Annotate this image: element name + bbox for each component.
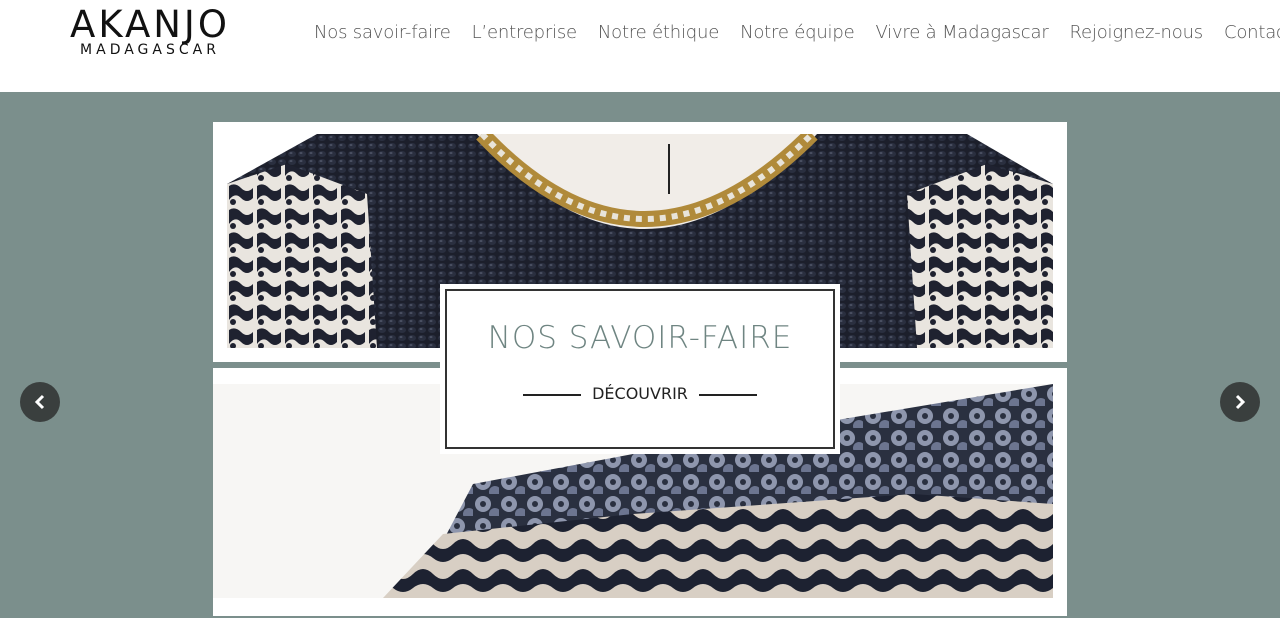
slide-title: NOS SAVOIR-FAIRE [487, 320, 793, 356]
hero-slider: NOS SAVOIR-FAIRE DÉCOUVRIR [0, 92, 1280, 618]
logo-main-text: AKANJO [70, 3, 230, 46]
main-nav: Nos savoir-faire L’entreprise Notre éthi… [314, 22, 1280, 43]
nav-item-equipe[interactable]: Notre équipe [740, 22, 855, 43]
chevron-left-icon [34, 394, 45, 410]
nav-item-rejoignez[interactable]: Rejoignez-nous [1070, 22, 1204, 43]
caption-frame [445, 289, 835, 449]
site-header: AKANJO MADAGASCAR Nos savoir-faire L’ent… [0, 0, 1280, 92]
discover-link[interactable]: DÉCOUVRIR [440, 384, 840, 403]
nav-item-savoir-faire[interactable]: Nos savoir-faire [314, 22, 451, 43]
nav-item-entreprise[interactable]: L’entreprise [472, 22, 577, 43]
chevron-right-icon [1235, 394, 1246, 410]
logo[interactable]: AKANJO MADAGASCAR [50, 3, 250, 58]
discover-label: DÉCOUVRIR [592, 384, 688, 403]
nav-item-madagascar[interactable]: Vivre à Madagascar [875, 22, 1048, 43]
nav-item-contact[interactable]: Contact [1224, 22, 1280, 43]
slider-next-button[interactable] [1220, 382, 1260, 422]
slide-caption: NOS SAVOIR-FAIRE DÉCOUVRIR [440, 284, 840, 454]
cta-line-right [699, 393, 757, 396]
slider-prev-button[interactable] [20, 382, 60, 422]
cta-line-left [523, 393, 581, 396]
nav-item-ethique[interactable]: Notre éthique [598, 22, 719, 43]
